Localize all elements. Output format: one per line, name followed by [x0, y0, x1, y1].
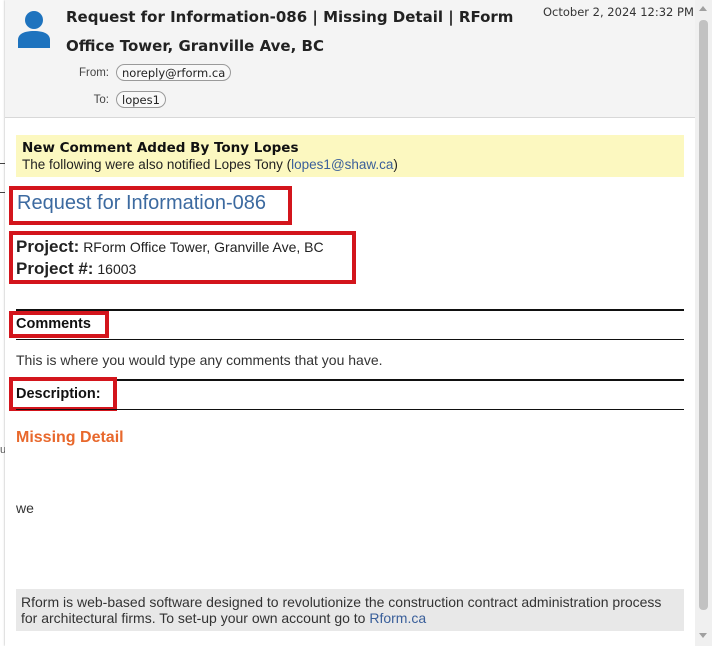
- arrow-up-icon[interactable]: [699, 6, 707, 11]
- notice-text: The following were also notified Lopes T…: [22, 157, 398, 172]
- project-line: Project: RForm Office Tower, Granville A…: [16, 237, 324, 257]
- description-heading: Description:: [16, 386, 101, 402]
- footer-description: Rform is web-based software designed to …: [21, 594, 662, 626]
- divider: [16, 409, 684, 410]
- project-number-value: 16003: [97, 261, 137, 277]
- email-date: October 2, 2024 12:32 PM: [543, 5, 694, 19]
- notice-text-prefix: The following were also notified Lopes T…: [22, 157, 292, 172]
- notice-title: New Comment Added By Tony Lopes: [22, 140, 299, 156]
- email-subject: Request for Information-086 | Missing De…: [66, 8, 514, 55]
- rfi-title: Request for Information-086: [17, 192, 267, 214]
- arrow-down-icon[interactable]: [699, 633, 707, 638]
- from-label: From:: [78, 67, 109, 79]
- to-label: To:: [93, 94, 109, 106]
- project-number-label: Project #:: [16, 259, 94, 278]
- scrollbar-thumb[interactable]: [699, 20, 708, 610]
- rform-link[interactable]: Rform.ca: [369, 610, 426, 626]
- person-icon: [18, 11, 50, 48]
- notified-email-link[interactable]: lopes1@shaw.ca: [291, 157, 393, 172]
- email-header: Request for Information-086 | Missing De…: [5, 0, 695, 118]
- notice-text-suffix: ): [393, 157, 398, 172]
- divider: [16, 339, 684, 340]
- project-number-line: Project #: 16003: [16, 259, 136, 279]
- email-preview-window: Request for Information-086 | Missing De…: [5, 0, 712, 646]
- notice-banner: New Comment Added By Tony Lopes The foll…: [16, 135, 684, 177]
- divider: [16, 309, 684, 311]
- vertical-scrollbar[interactable]: [695, 0, 712, 646]
- footer-text: Rform is web-based software designed to …: [21, 594, 671, 626]
- footer-banner: Rform is web-based software designed to …: [16, 589, 684, 631]
- from-address[interactable]: noreply@rform.ca: [116, 64, 232, 81]
- to-address[interactable]: lopes1: [116, 91, 166, 108]
- project-label: Project:: [16, 237, 80, 256]
- description-title: Missing Detail: [16, 429, 124, 446]
- comments-text: This is where you would type any comment…: [16, 352, 383, 368]
- project-value: RForm Office Tower, Granville Ave, BC: [83, 239, 324, 255]
- comments-heading: Comments: [16, 316, 91, 332]
- description-text: we: [16, 500, 34, 516]
